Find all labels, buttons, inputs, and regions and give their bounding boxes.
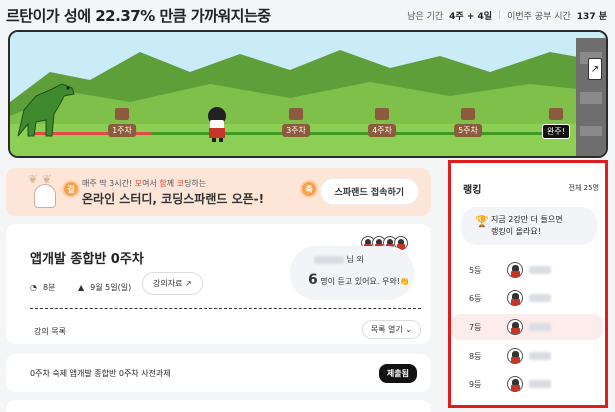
blurred-name	[529, 266, 551, 274]
spaland-button[interactable]: 스파랜드 접속하기	[319, 178, 419, 205]
week-marker: 1주차	[108, 124, 136, 137]
homework-text: 0주차 숙제 앱개발 종합반 0주차 사전과제	[30, 369, 171, 378]
study-time-value: 137 분	[576, 11, 607, 22]
date: ▲ 9월 5일(일)	[78, 283, 132, 292]
remaining-value: 4주 + 4일	[449, 11, 493, 22]
blurred-name	[529, 294, 551, 302]
avatar	[507, 319, 523, 335]
week-marker: 5주차	[454, 124, 482, 137]
ranking-row: 9등	[451, 371, 603, 397]
blurred-name	[529, 352, 551, 360]
castle	[576, 38, 606, 156]
course-card: 앱개발 종합반 0주차 ◔ 8분 ▲ 9월 5일(일) 강의자료 ↗ 님 외 6…	[6, 224, 431, 344]
warning-icon: ▲	[78, 283, 85, 292]
rank-position: 8등	[469, 351, 482, 361]
avatar	[507, 262, 523, 278]
divider	[30, 308, 421, 309]
week-marker: 4주차	[368, 124, 396, 137]
rank-position: 6등	[469, 293, 482, 303]
stats: 남은 기간 4주 + 4일 | 이번주 공부 시간 137 분	[407, 9, 607, 22]
progress-game-scene: 1주차 3주차 4주차 5주차 완주! ↗	[8, 30, 608, 158]
ranking-row: 5등	[451, 257, 603, 283]
homework-row[interactable]: 0주차 숙제 앱개발 종합반 0주차 사전과제 제출됨	[6, 354, 431, 392]
castle-arrow-button[interactable]: ↗	[588, 58, 602, 80]
rank-position: 7등	[469, 322, 482, 332]
material-button[interactable]: 강의자료 ↗	[142, 272, 203, 295]
badge-right: 축	[300, 180, 318, 198]
remaining-label: 남은 기간	[407, 11, 444, 22]
week-marker: 3주차	[282, 124, 310, 137]
study-time-label: 이번주 공부 시간	[507, 11, 571, 22]
rank-position: 5등	[469, 265, 482, 275]
ranking-row-me: 7등	[451, 314, 603, 340]
arrow-icon: ↗	[590, 63, 600, 75]
signpost	[549, 108, 563, 120]
lecture-list-label: 강의 목록	[34, 327, 66, 336]
top-bar: 르탄이가 성에 22.37% 만큼 가까워지는중 남은 기간 4주 + 4일 |…	[0, 0, 615, 30]
ranking-row: 8등	[451, 343, 603, 369]
open-list-button[interactable]: 목록 열기 ⌄	[361, 320, 421, 339]
course-title: 앱개발 종합반 0주차	[30, 252, 144, 267]
avatar	[507, 376, 523, 392]
listeners-count: 6	[308, 272, 318, 288]
blurred-name	[529, 380, 551, 388]
blurred-name	[314, 255, 344, 264]
rank-position: 9등	[469, 379, 482, 389]
banner-title: 온라인 스터디, 코딩스파랜드 오픈-!	[82, 192, 265, 206]
avatar	[507, 290, 523, 306]
signpost	[289, 108, 303, 120]
ranking-message: 🏆 지금 2강만 더 들으면 랭킹이 올라요!	[461, 207, 597, 245]
duration: ◔ 8분	[30, 283, 56, 292]
ranking-title: 랭킹	[463, 185, 482, 196]
ranking-row: 6등	[451, 285, 603, 311]
game-background	[10, 32, 606, 156]
ranking-panel: 랭킹 전체 25명 🏆 지금 2강만 더 들으면 랭킹이 올라요! 5등 6등 7등…	[448, 160, 608, 408]
signpost	[461, 108, 475, 120]
banner-subtitle: 매주 딱 3시간! 모여서 함께 코딩하는	[82, 179, 207, 188]
listeners-bubble: 님 외 6 명이 듣고 있어요. 우와!👏	[290, 246, 414, 300]
promo-banner[interactable]: ❦ ❦ 걸 매주 딱 3시간! 모여서 함께 코딩하는 온라인 스터디, 코딩스…	[6, 168, 431, 216]
next-card	[6, 400, 431, 412]
submitted-badge[interactable]: 제출됨	[378, 364, 417, 383]
divider: |	[498, 10, 502, 20]
signpost	[375, 108, 389, 120]
mascot-icon	[34, 184, 56, 208]
trophy-icon: 🏆	[475, 215, 489, 228]
finish-marker: 완주!	[542, 124, 570, 139]
signpost	[115, 108, 129, 120]
ranking-total: 전체 25명	[568, 184, 599, 192]
avatar	[507, 348, 523, 364]
clock-icon: ◔	[30, 283, 37, 292]
badge-left: 걸	[62, 180, 80, 198]
progress-headline: 르탄이가 성에 22.37% 만큼 가까워지는중	[6, 6, 271, 25]
rtan-character	[208, 107, 226, 142]
blurred-name	[529, 323, 551, 331]
